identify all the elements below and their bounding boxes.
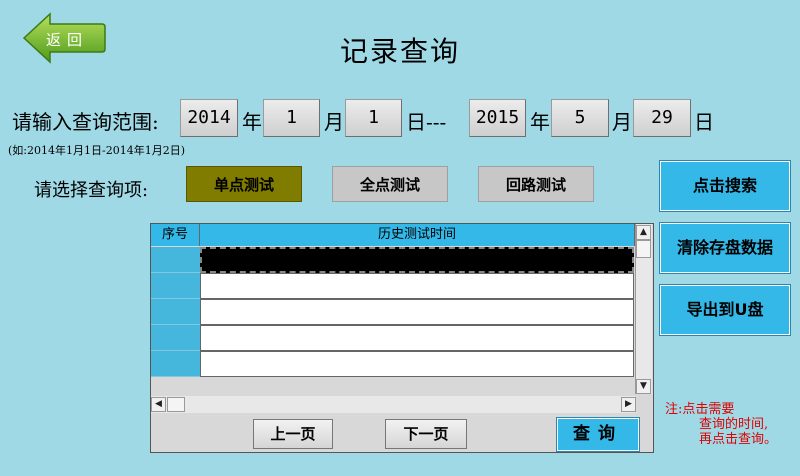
table-row-index[interactable] [151,325,200,351]
next-page-button[interactable]: 下一页 [385,419,467,449]
note-line-1: 注:点击需要 [665,402,735,417]
end-year-field[interactable]: 2015 [469,99,526,137]
instruction-note: 注:点击需要 查询的时间, 再点击查询。 [665,402,777,447]
search-button[interactable]: 点击搜索 [659,160,791,212]
scroll-right-icon[interactable]: ▶ [621,397,636,412]
column-header-index: 序号 [151,224,200,246]
start-year-field[interactable]: 2014 [180,99,238,137]
table-row-index[interactable] [151,247,200,273]
unit-year-label: 年 [530,110,550,134]
unit-day-label: 日 [694,110,714,134]
scroll-left-icon[interactable]: ◀ [151,397,166,412]
range-label: 请输入查询范围: [12,110,159,134]
scroll-down-icon[interactable]: ▼ [636,379,651,394]
unit-month-label: 月 [324,110,344,134]
prev-page-button[interactable]: 上一页 [253,419,333,449]
back-label: 返回 [46,31,89,49]
table-row-index[interactable] [151,299,200,325]
scroll-up-icon[interactable]: ▲ [636,225,651,240]
table-row-index[interactable] [151,351,200,377]
table-row[interactable] [200,247,634,273]
option-single-point[interactable]: 单点测试 [186,166,302,202]
clear-data-button[interactable]: 清除存盘数据 [659,222,791,274]
option-loop-test[interactable]: 回路测试 [478,166,594,202]
note-line-3: 再点击查询。 [699,432,778,447]
range-separator: 日--- [406,110,447,134]
select-label: 请选择查询项: [34,180,149,201]
start-day-field[interactable]: 1 [345,99,402,137]
option-all-points[interactable]: 全点测试 [332,166,448,202]
query-button[interactable]: 查询 [556,417,640,452]
end-month-field[interactable]: 5 [551,99,609,137]
end-day-field[interactable]: 29 [633,99,691,137]
unit-year-label: 年 [242,110,262,134]
table-row[interactable] [200,273,634,299]
column-header-time: 历史测试时间 [200,224,635,246]
export-usb-button[interactable]: 导出到U盘 [659,284,791,336]
horizontal-scrollbar[interactable] [151,396,635,413]
table-row-index[interactable] [151,273,200,299]
table-row[interactable] [200,325,634,351]
table-row[interactable] [200,299,634,325]
table-row[interactable] [200,351,634,377]
note-line-2: 查询的时间, [699,417,769,432]
unit-month-label: 月 [612,110,632,134]
page-title: 记录查询 [340,35,461,68]
date-format-hint: (如:2014年1月1日-2014年1月2日) [8,144,185,157]
vertical-scroll-thumb[interactable] [636,240,651,258]
horizontal-scroll-thumb[interactable] [167,397,185,412]
start-month-field[interactable]: 1 [263,99,320,137]
